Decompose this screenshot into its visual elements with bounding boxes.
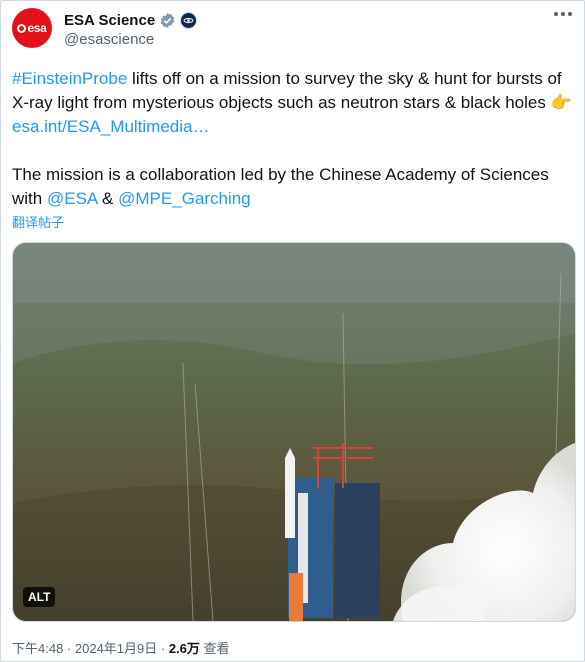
alt-badge[interactable]: ALT — [23, 587, 56, 607]
post-paragraph-1: #EinsteinProbe lifts off on a mission to… — [12, 67, 572, 139]
esa-logo-icon — [17, 23, 27, 33]
external-link[interactable]: esa.int/ESA_Multimedia… — [12, 117, 209, 136]
hashtag-link[interactable]: #EinsteinProbe — [12, 69, 127, 88]
post-date[interactable]: 2024年1月9日 — [75, 641, 157, 656]
post-text-amp: & — [97, 189, 119, 208]
post-time[interactable]: 下午4:48 — [12, 641, 63, 656]
pointing-hand-emoji: 👉 — [550, 93, 572, 112]
views-label: 查看 — [199, 641, 230, 656]
rocket-launch-photo — [13, 243, 575, 621]
view-count: 2.6万 — [168, 641, 200, 656]
post-text: #EinsteinProbe lifts off on a mission to… — [12, 67, 572, 211]
translate-post-link[interactable]: 翻译帖子 — [12, 212, 64, 231]
display-name[interactable]: ESA Science — [64, 12, 155, 29]
handle[interactable]: @esascience — [64, 31, 154, 48]
esa-mini-logo-icon — [183, 17, 194, 23]
post-paragraph-2: The mission is a collaboration led by th… — [12, 163, 572, 211]
affiliate-badge-icon[interactable] — [180, 11, 198, 29]
avatar[interactable]: esa — [12, 8, 52, 48]
meta-separator-1: · — [63, 641, 75, 656]
verified-badge-icon[interactable] — [159, 12, 176, 29]
meta-separator-2: · — [157, 641, 169, 656]
post-meta: 下午4:48 · 2024年1月9日 · 2.6万 查看 — [12, 638, 230, 657]
name-row: ESA Science — [64, 10, 198, 30]
avatar-logo-text: esa — [27, 21, 47, 35]
mention-mpe-garching[interactable]: @MPE_Garching — [118, 189, 251, 208]
mention-esa[interactable]: @ESA — [47, 189, 97, 208]
post-card: esa ESA Science @esascience #EinsteinPro… — [0, 0, 585, 662]
media-image[interactable] — [12, 242, 576, 622]
more-options-icon[interactable] — [554, 12, 572, 16]
